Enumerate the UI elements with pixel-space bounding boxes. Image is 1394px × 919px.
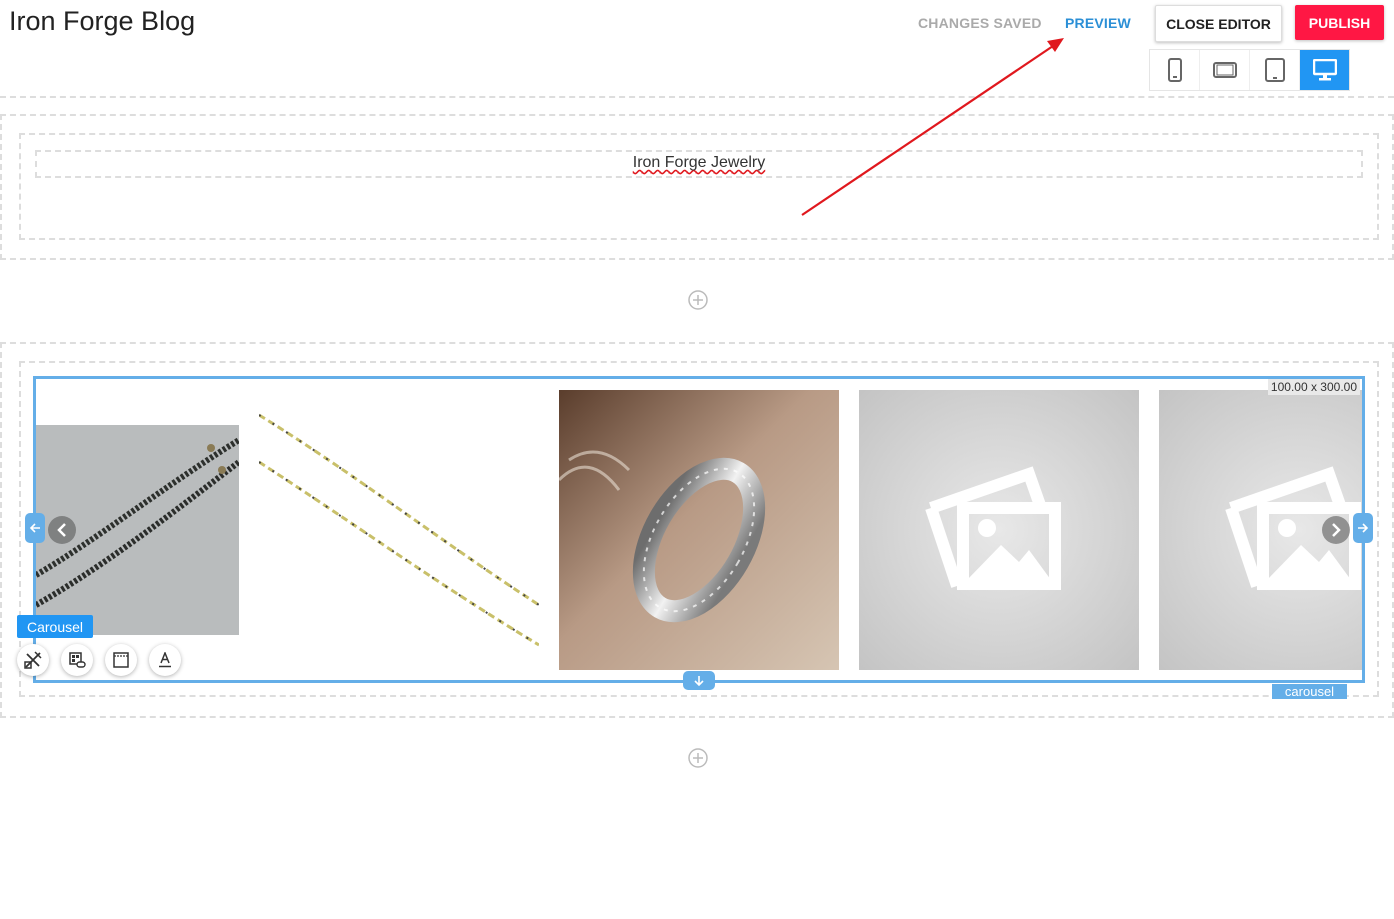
frame-icon: [113, 652, 129, 668]
header-divider: [0, 96, 1394, 98]
placeholder-image-icon: [859, 390, 1139, 670]
headline-block[interactable]: Iron Forge Jewelry: [35, 150, 1363, 178]
design-tools-button[interactable]: [17, 644, 49, 676]
device-switcher: [1149, 49, 1350, 91]
carousel-slide[interactable]: [559, 390, 839, 670]
add-section-button[interactable]: [688, 748, 708, 773]
frame-button[interactable]: [105, 644, 137, 676]
slide-image-silver-ring: [559, 390, 839, 670]
carousel-slide[interactable]: [859, 390, 1139, 670]
phone-portrait-icon: [1167, 58, 1182, 82]
text-style-button[interactable]: [149, 644, 181, 676]
arrow-down-icon: [694, 675, 704, 686]
device-mobile-landscape-button[interactable]: [1200, 50, 1250, 90]
chevron-left-icon: [57, 523, 66, 537]
resize-right-handle[interactable]: [1353, 513, 1373, 543]
preview-button[interactable]: PREVIEW: [1065, 15, 1131, 31]
app-title: Iron Forge Blog: [9, 6, 196, 36]
component-label: Carousel: [17, 615, 94, 638]
device-mobile-button[interactable]: [1150, 50, 1200, 90]
add-circle-icon: [688, 290, 708, 310]
carousel-component[interactable]: 100.00 x 300.00: [33, 376, 1365, 683]
design-tools-icon: [24, 651, 42, 669]
resize-left-handle[interactable]: [25, 513, 45, 543]
linked-gallery-button[interactable]: [61, 644, 93, 676]
arrow-left-icon: [29, 523, 40, 533]
component-toolbar: [17, 644, 181, 676]
chevron-right-icon: [1332, 523, 1341, 537]
component-type-tag: carousel: [1272, 684, 1347, 699]
publish-button[interactable]: PUBLISH: [1295, 5, 1384, 40]
add-section-button[interactable]: [688, 290, 708, 315]
carousel-next-button[interactable]: [1322, 516, 1350, 544]
device-tablet-button[interactable]: [1250, 50, 1300, 90]
linked-gallery-icon: [69, 652, 86, 668]
headline-text[interactable]: Iron Forge Jewelry: [37, 154, 1361, 172]
tablet-icon: [1264, 58, 1285, 82]
carousel-prev-button[interactable]: [48, 516, 76, 544]
carousel-slide[interactable]: [259, 390, 539, 670]
text-style-icon: [159, 652, 171, 668]
save-status: CHANGES SAVED: [918, 15, 1042, 31]
device-desktop-button[interactable]: [1300, 50, 1349, 90]
desktop-icon: [1312, 59, 1337, 81]
dimensions-label: 100.00 x 300.00: [1267, 379, 1360, 395]
close-editor-button[interactable]: CLOSE EDITOR: [1155, 5, 1282, 42]
resize-bottom-handle[interactable]: [683, 671, 715, 690]
add-circle-icon: [688, 748, 708, 768]
arrow-right-icon: [1358, 523, 1369, 533]
slide-image-gold-chains: [259, 413, 539, 647]
phone-landscape-icon: [1212, 62, 1237, 78]
